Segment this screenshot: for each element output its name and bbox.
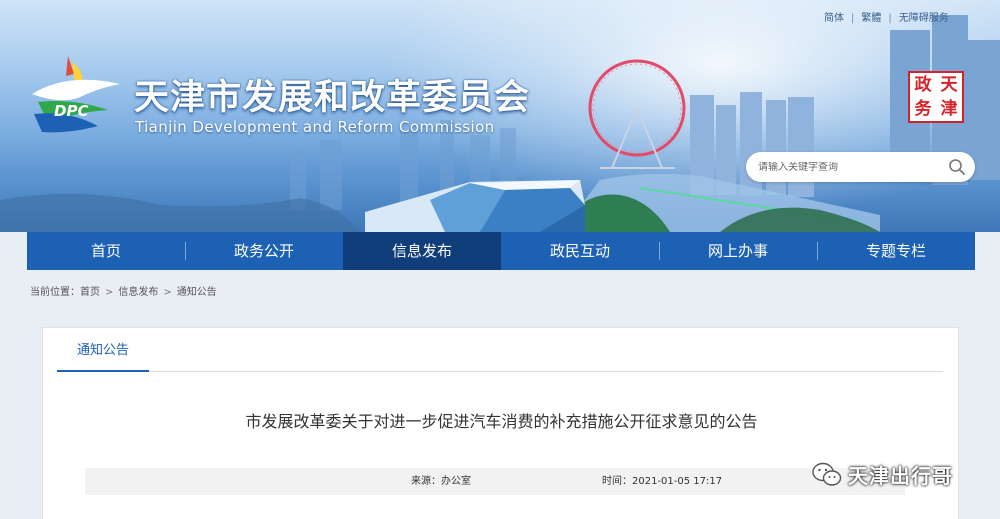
- main-nav: 首页 政务公开 信息发布 政民互动 网上办事 专题专栏: [27, 232, 975, 270]
- nav-item-special-topics[interactable]: 专题专栏: [817, 232, 975, 270]
- search-input[interactable]: [746, 161, 936, 173]
- accessibility-link[interactable]: 无障碍服务: [899, 9, 949, 24]
- nav-item-government-affairs[interactable]: 政务公开: [185, 232, 343, 270]
- article-meta-bar: 来源：办公室 时间：2021-01-05 17:17: [85, 468, 905, 495]
- breadcrumb-item-news-release[interactable]: 信息发布: [118, 283, 158, 298]
- ferris-wheel: [588, 59, 686, 169]
- section-tab-bar: 通知公告: [57, 328, 943, 372]
- breadcrumb-item-home[interactable]: 首页: [80, 283, 100, 298]
- nav-item-online-services[interactable]: 网上办事: [659, 232, 817, 270]
- search-box: [746, 152, 975, 182]
- breadcrumb-separator: >: [105, 287, 114, 298]
- site-title: 天津市发展和改革委员会: [134, 78, 531, 118]
- article-source: 来源：办公室: [411, 476, 471, 487]
- wechat-icon: [812, 462, 842, 486]
- watermark-text: 天津出行哥: [848, 464, 953, 488]
- nav-item-news-release[interactable]: 信息发布: [343, 232, 501, 270]
- top-link-separator: |: [851, 13, 855, 24]
- seal-char: 津: [940, 98, 958, 119]
- article-title: 市发展改革委关于对进一步促进汽车消费的补充措施公开征求意见的公告: [245, 412, 758, 431]
- site-subtitle: Tianjin Development and Reform Commissio…: [135, 118, 495, 136]
- museum-building: [365, 180, 585, 232]
- svg-text:DPC: DPC: [54, 102, 88, 120]
- breadcrumb-item-notices[interactable]: 通知公告: [177, 283, 217, 298]
- tab-notices[interactable]: 通知公告: [57, 328, 149, 372]
- seal-char: 政: [914, 74, 932, 95]
- article-time: 时间：2021-01-05 17:17: [602, 476, 723, 487]
- dpc-logo-icon[interactable]: DPC: [28, 54, 124, 136]
- simplified-chinese-link[interactable]: 简体: [824, 9, 844, 24]
- government-service-seal-icon[interactable]: 政 天 务 津: [908, 71, 964, 123]
- seal-char: 天: [940, 74, 958, 95]
- header-banner: 简体 | 繁體 | 无障碍服务 DPC 天津市发展和改革委员会 Tianjin Deve…: [0, 0, 1000, 232]
- breadcrumb-prefix: 当前位置：: [30, 287, 80, 298]
- nav-item-public-interaction[interactable]: 政民互动: [501, 232, 659, 270]
- traditional-chinese-link[interactable]: 繁體: [861, 9, 881, 24]
- search-icon[interactable]: [948, 158, 966, 176]
- watermark: 天津出行哥: [812, 460, 953, 489]
- top-links: 简体 | 繁體 | 无障碍服务: [824, 9, 949, 24]
- breadcrumb: 当前位置：首页 > 信息发布 > 通知公告: [30, 283, 217, 298]
- breadcrumb-separator: >: [163, 287, 172, 298]
- top-link-separator: |: [888, 13, 892, 24]
- nav-item-home[interactable]: 首页: [27, 232, 185, 270]
- article-card: 通知公告 市发展改革委关于对进一步促进汽车消费的补充措施公开征求意见的公告 来源…: [42, 327, 959, 519]
- seal-char: 务: [914, 98, 932, 119]
